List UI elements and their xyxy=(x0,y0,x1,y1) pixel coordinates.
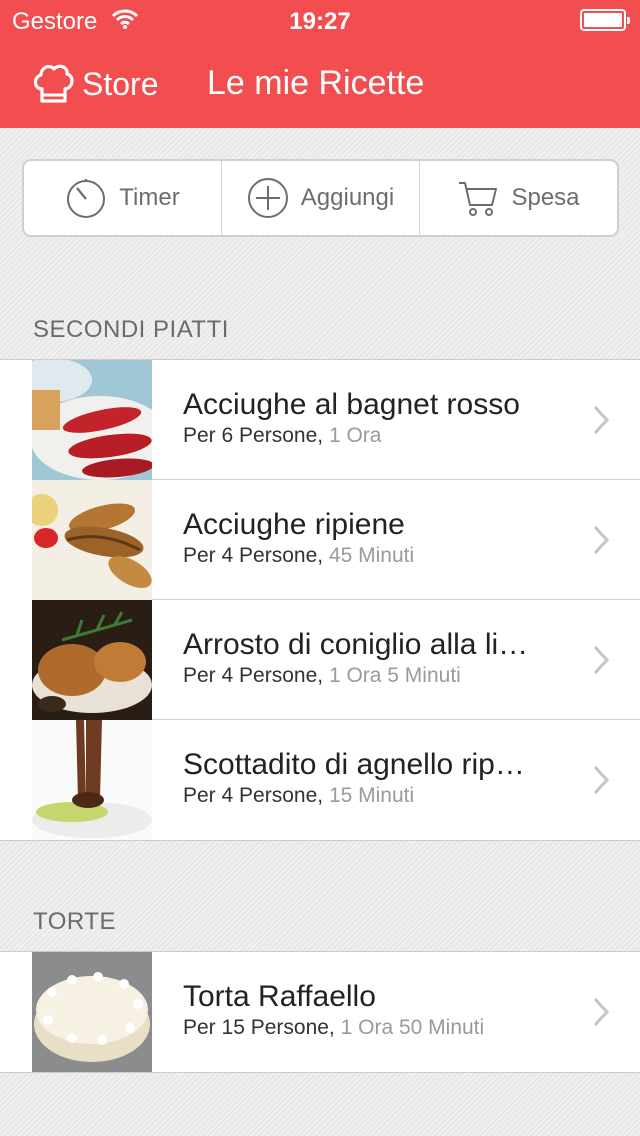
recipe-thumbnail xyxy=(32,720,152,840)
recipe-title: Arrosto di coniglio alla li… xyxy=(183,628,529,661)
add-recipe-button[interactable]: Aggiungi xyxy=(221,161,419,235)
recipe-servings: Per 4 Persone, xyxy=(183,784,324,807)
section-title-torte: TORTE xyxy=(33,908,116,935)
recipe-duration: 45 Minuti xyxy=(328,544,415,567)
recipe-duration: 1 Ora 50 Minuti xyxy=(340,1016,485,1039)
navigation-bar: Store Le mie Ricette xyxy=(0,40,640,128)
status-bar: Gestore 19:27 xyxy=(0,0,640,40)
stopwatch-icon xyxy=(67,179,106,218)
recipe-duration: 1 Ora xyxy=(328,424,382,447)
recipe-meta: Per 4 Persone, 15 Minuti xyxy=(183,784,414,808)
action-toolbar: Timer Aggiungi Spesa xyxy=(22,159,619,237)
recipe-thumbnail xyxy=(32,600,152,720)
battery-icon xyxy=(580,9,630,31)
shopping-label: Spesa xyxy=(511,184,580,211)
add-label: Aggiungi xyxy=(300,184,395,211)
recipe-title: Acciughe al bagnet rosso xyxy=(183,388,520,421)
recipe-thumbnail xyxy=(32,360,152,480)
battery-nub xyxy=(627,17,630,24)
header: Gestore 19:27 Store Le mie Ricette xyxy=(0,0,640,128)
recipe-meta: Per 15 Persone, 1 Ora 50 Minuti xyxy=(183,1016,484,1040)
chevron-right-icon xyxy=(593,645,610,675)
recipe-meta: Per 6 Persone, 1 Ora xyxy=(183,424,381,448)
plus-circle-icon xyxy=(247,178,288,218)
cart-icon xyxy=(459,182,498,216)
recipe-row[interactable]: Scottadito di agnello rip… Per 4 Persone… xyxy=(0,720,640,840)
recipe-duration: 15 Minuti xyxy=(328,784,415,807)
recipe-title: Scottadito di agnello rip… xyxy=(183,748,525,781)
page-title: Le mie Ricette xyxy=(207,64,425,102)
store-button[interactable]: Store xyxy=(30,60,158,108)
chevron-right-icon xyxy=(593,997,610,1027)
recipe-servings: Per 6 Persone, xyxy=(183,424,324,447)
timer-label: Timer xyxy=(119,184,180,211)
chef-hat-icon xyxy=(33,64,74,103)
chevron-right-icon xyxy=(593,765,610,795)
recipe-row[interactable]: Arrosto di coniglio alla li… Per 4 Perso… xyxy=(0,600,640,720)
recipe-meta: Per 4 Persone, 45 Minuti xyxy=(183,544,414,568)
recipe-list-torte: Torta Raffaello Per 15 Persone, 1 Ora 50… xyxy=(0,951,640,1073)
recipe-thumbnail xyxy=(32,952,152,1072)
recipe-list-secondi: Acciughe al bagnet rosso Per 6 Persone, … xyxy=(0,359,640,841)
shopping-list-button[interactable]: Spesa xyxy=(419,161,617,235)
recipe-title: Torta Raffaello xyxy=(183,980,376,1013)
chevron-right-icon xyxy=(593,525,610,555)
recipe-servings: Per 4 Persone, xyxy=(183,664,324,687)
recipe-row[interactable]: Acciughe ripiene Per 4 Persone, 45 Minut… xyxy=(0,480,640,600)
battery-fill xyxy=(584,13,622,27)
section-title-secondi: SECONDI PIATTI xyxy=(33,316,229,343)
recipe-servings: Per 4 Persone, xyxy=(183,544,324,567)
recipe-row[interactable]: Torta Raffaello Per 15 Persone, 1 Ora 50… xyxy=(0,952,640,1072)
recipe-duration: 1 Ora 5 Minuti xyxy=(328,664,461,687)
status-time: 19:27 xyxy=(289,8,351,35)
recipe-meta: Per 4 Persone, 1 Ora 5 Minuti xyxy=(183,664,461,688)
recipe-thumbnail xyxy=(32,480,152,600)
recipe-servings: Per 15 Persone, xyxy=(183,1016,335,1039)
recipe-row[interactable]: Acciughe al bagnet rosso Per 6 Persone, … xyxy=(0,360,640,480)
timer-button[interactable]: Timer xyxy=(24,161,221,235)
chevron-right-icon xyxy=(593,405,610,435)
store-label: Store xyxy=(82,65,159,102)
recipe-title: Acciughe ripiene xyxy=(183,508,405,541)
